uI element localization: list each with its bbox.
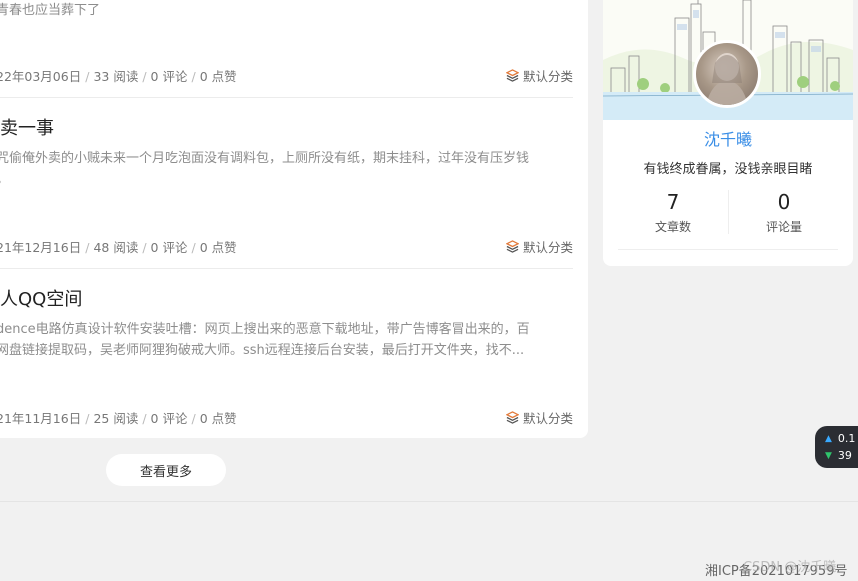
upload-speed-value: 0.1 bbox=[837, 432, 856, 445]
post-excerpt: 青春也应当葬下了 bbox=[0, 3, 101, 18]
post-comments: 0 评论 bbox=[150, 240, 188, 255]
stat-value: 7 bbox=[666, 190, 680, 214]
post-views: 48 阅读 bbox=[93, 240, 139, 255]
profile-card: 沈千曦 有钱终成眷属，没钱亲眼目睹 7 文章数 0 评论量 bbox=[603, 0, 853, 266]
post-likes: 0 点赞 bbox=[199, 240, 237, 255]
profile-divider bbox=[618, 249, 838, 250]
post-views: 33 阅读 bbox=[93, 69, 139, 84]
layers-icon bbox=[505, 69, 519, 82]
avatar[interactable] bbox=[693, 40, 761, 108]
download-speed-value: 39 bbox=[837, 449, 852, 462]
post-excerpt: 咒偷俺外卖的小贼未来一个月吃泡面没有调料包，上厕所没有纸，期末挂科，过年没有压岁… bbox=[0, 148, 576, 190]
post-likes: 0 点赞 bbox=[199, 411, 237, 426]
post-excerpt: dence电路仿真设计软件安装吐槽：网页上搜出来的恶意下载地址，带广告博客冒出来… bbox=[0, 319, 576, 361]
layers-icon bbox=[505, 411, 519, 424]
post-views: 25 阅读 bbox=[93, 411, 139, 426]
profile-motto: 有钱终成眷属，没钱亲眼目睹 bbox=[643, 162, 813, 177]
load-more-button[interactable]: 查看更多 bbox=[106, 454, 226, 486]
post-date: 21年12月16日 bbox=[0, 240, 82, 255]
post-excerpt-line: dence电路仿真设计软件安装吐槽：网页上搜出来的恶意下载地址，带广告博客冒出来… bbox=[0, 322, 530, 337]
post-date: 22年03月06日 bbox=[0, 69, 82, 84]
divider bbox=[0, 97, 573, 98]
download-speed: ▼ 39 bbox=[825, 447, 858, 464]
arrow-up-icon: ▲ bbox=[825, 433, 832, 444]
post-comments: 0 评论 bbox=[150, 411, 188, 426]
post-excerpt-line: 。 bbox=[0, 169, 576, 190]
post-comments: 0 评论 bbox=[150, 69, 188, 84]
post-category[interactable]: 默认分类 bbox=[505, 66, 573, 85]
post-date: 21年11月16日 bbox=[0, 411, 82, 426]
post-category-label: 默认分类 bbox=[522, 411, 573, 426]
divider bbox=[0, 268, 573, 269]
profile-name[interactable]: 沈千曦 bbox=[603, 126, 853, 150]
network-speed-widget[interactable]: ▲ 0.1 ▼ 39 bbox=[815, 426, 858, 468]
post-meta: 22年03月06日/33 阅读/0 评论/0 点赞 bbox=[0, 66, 237, 85]
post-title[interactable]: 人QQ空间 bbox=[0, 285, 82, 311]
stat-label: 评论量 bbox=[765, 220, 802, 234]
stat-posts[interactable]: 7 文章数 bbox=[618, 190, 728, 235]
post-category[interactable]: 默认分类 bbox=[505, 237, 573, 256]
upload-speed: ▲ 0.1 bbox=[825, 430, 858, 447]
post-meta: 21年12月16日/48 阅读/0 评论/0 点赞 bbox=[0, 237, 237, 256]
stat-value: 0 bbox=[777, 190, 791, 214]
csdn-watermark: CSDN @沈千曦 bbox=[743, 560, 837, 575]
layers-icon bbox=[505, 240, 519, 253]
stat-comments[interactable]: 0 评论量 bbox=[729, 190, 839, 235]
post-likes: 0 点赞 bbox=[199, 69, 237, 84]
post-meta: 21年11月16日/25 阅读/0 评论/0 点赞 bbox=[0, 408, 237, 427]
post-excerpt-line: 网盘链接提取码，吴老师阿狸狗破戒大师。ssh远程连接后台安装，最后打开文件夹，找… bbox=[0, 343, 525, 358]
post-category-label: 默认分类 bbox=[522, 240, 573, 255]
footer-divider bbox=[0, 501, 858, 502]
post-title[interactable]: 卖一事 bbox=[0, 114, 54, 140]
arrow-down-icon: ▼ bbox=[825, 450, 832, 461]
post-category-label: 默认分类 bbox=[522, 69, 573, 84]
post-list-card: 青春也应当葬下了 22年03月06日/33 阅读/0 评论/0 点赞 默认分类 … bbox=[0, 0, 588, 438]
stat-label: 文章数 bbox=[654, 220, 691, 234]
post-category[interactable]: 默认分类 bbox=[505, 408, 573, 427]
post-excerpt-line: 咒偷俺外卖的小贼未来一个月吃泡面没有调料包，上厕所没有纸，期末挂科，过年没有压岁… bbox=[0, 151, 530, 166]
